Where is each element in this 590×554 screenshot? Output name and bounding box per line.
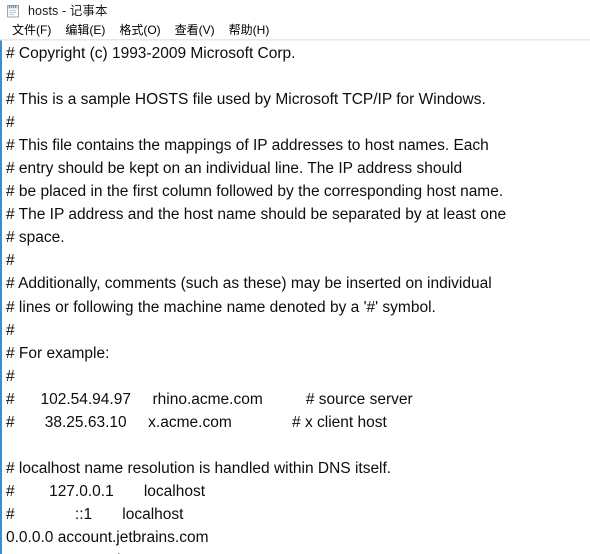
text-line[interactable]: # (6, 365, 590, 388)
text-line[interactable]: # (6, 111, 590, 134)
text-line[interactable]: # 102.54.94.97 rhino.acme.com # source s… (6, 388, 590, 411)
text-content[interactable]: # Copyright (c) 1993-2009 Microsoft Corp… (6, 42, 590, 554)
text-line[interactable]: # 127.0.0.1 localhost (6, 480, 590, 503)
text-line[interactable]: # Copyright (c) 1993-2009 Microsoft Corp… (6, 42, 590, 65)
window-title: hosts - 记事本 (28, 4, 108, 18)
text-line[interactable]: # For example: (6, 342, 590, 365)
notepad-window: hosts - 记事本 文件(F) 编辑(E) 格式(O) 查看(V) 帮助(H… (0, 0, 590, 554)
text-line[interactable]: # localhost name resolution is handled w… (6, 457, 590, 480)
text-line[interactable]: # entry should be kept on an individual … (6, 157, 590, 180)
text-line[interactable]: 172.18.74.145 site1.test.com (6, 549, 590, 554)
text-line[interactable]: # lines or following the machine name de… (6, 296, 590, 319)
text-line[interactable]: # The IP address and the host name shoul… (6, 203, 590, 226)
menu-edit[interactable]: 编辑(E) (58, 22, 112, 39)
text-line[interactable]: # space. (6, 226, 590, 249)
menu-format[interactable]: 格式(O) (112, 22, 167, 39)
menu-help[interactable]: 帮助(H) (222, 22, 277, 39)
text-line[interactable]: # This is a sample HOSTS file used by Mi… (6, 88, 590, 111)
notepad-icon (5, 3, 21, 19)
title-bar: hosts - 记事本 (0, 0, 590, 22)
menu-file[interactable]: 文件(F) (5, 22, 58, 39)
text-line[interactable]: # be placed in the first column followed… (6, 180, 590, 203)
text-line[interactable]: 0.0.0.0 account.jetbrains.com (6, 526, 590, 549)
text-line[interactable]: # ::1 localhost (6, 503, 590, 526)
text-editor[interactable]: # Copyright (c) 1993-2009 Microsoft Corp… (0, 40, 590, 554)
text-line[interactable]: # (6, 65, 590, 88)
text-line[interactable]: # (6, 249, 590, 272)
text-line[interactable]: # 38.25.63.10 x.acme.com # x client host (6, 411, 590, 434)
menu-bar: 文件(F) 编辑(E) 格式(O) 查看(V) 帮助(H) (0, 22, 590, 39)
text-line[interactable]: # Additionally, comments (such as these)… (6, 272, 590, 295)
text-line[interactable]: # This file contains the mappings of IP … (6, 134, 590, 157)
text-line[interactable]: # (6, 319, 590, 342)
menu-view[interactable]: 查看(V) (168, 22, 222, 39)
text-line[interactable] (6, 434, 590, 457)
